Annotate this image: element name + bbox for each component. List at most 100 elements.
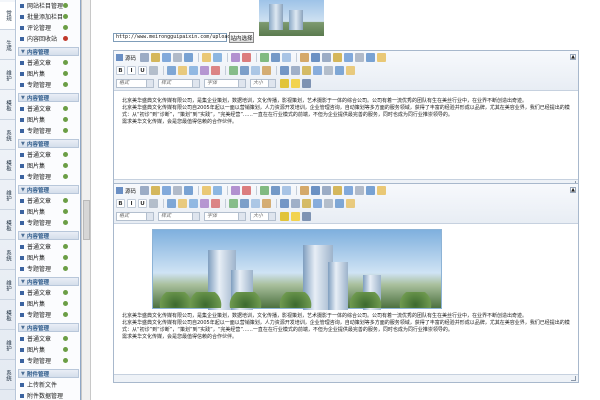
cut-icon[interactable] [140, 186, 150, 195]
image-url-input[interactable]: http://www.meirongguipaixin.com/uploads/ [113, 33, 236, 42]
anchor-icon[interactable] [302, 199, 311, 208]
add-icon[interactable] [63, 312, 68, 317]
justify-icon[interactable] [262, 199, 271, 208]
table-icon[interactable] [335, 66, 344, 75]
add-icon[interactable] [63, 244, 68, 249]
numbered-list-icon[interactable] [167, 66, 176, 75]
sidebar-item[interactable]: 专题管理 [17, 355, 80, 366]
vertical-tab[interactable]: 系统 [0, 242, 15, 270]
font-select[interactable]: 字体 [204, 212, 246, 221]
special-char-icon[interactable] [366, 53, 376, 62]
style-select[interactable]: 样式 [158, 79, 200, 88]
size-select[interactable]: 大小 [250, 79, 276, 88]
site-select-button[interactable]: 站内选择 [229, 32, 254, 43]
sidebar-item[interactable]: 上传新文件 [17, 379, 80, 390]
add-icon[interactable] [63, 82, 68, 87]
paste-word-icon[interactable] [184, 53, 194, 62]
vertical-tab[interactable]: 系统 [0, 362, 15, 390]
sidebar-item[interactable]: 普通文章 [17, 333, 80, 344]
sidebar-item[interactable]: 附件数据管理 [17, 390, 80, 400]
bullet-list-icon[interactable] [178, 199, 187, 208]
redo-icon[interactable] [242, 53, 252, 62]
paste-icon[interactable] [162, 53, 172, 62]
maximize-icon[interactable] [302, 79, 311, 88]
maximize-icon[interactable] [302, 212, 311, 221]
add-icon[interactable] [63, 163, 68, 168]
editor-content-area[interactable]: 北京美华盛典文化传媒有限公司，是集企业策划，数据培训，文化传播，影视策划，艺术摄… [114, 224, 578, 374]
sidebar-item[interactable]: 图片集 [17, 252, 80, 263]
unlink-icon[interactable] [291, 199, 300, 208]
outdent-icon[interactable] [189, 199, 198, 208]
align-center-icon[interactable] [240, 199, 249, 208]
sidebar-item[interactable]: 专题管理 [17, 309, 80, 320]
italic-button[interactable]: I [127, 199, 136, 208]
table-icon[interactable] [333, 186, 343, 195]
select-all-icon[interactable] [282, 186, 292, 195]
rule-icon[interactable] [344, 53, 354, 62]
font-select[interactable]: 字体 [204, 79, 246, 88]
blockquote-icon[interactable] [211, 66, 220, 75]
sidebar-item[interactable]: 专题管理 [17, 79, 80, 90]
unlink-icon[interactable] [291, 66, 300, 75]
sidebar-item[interactable]: 图片集 [17, 344, 80, 355]
undo-icon[interactable] [231, 186, 241, 195]
sidebar-item[interactable]: 普通文章 [17, 149, 80, 160]
text-color-icon[interactable] [280, 79, 289, 88]
strike-icon[interactable] [149, 66, 158, 75]
sidebar-item[interactable]: 普通文章 [17, 103, 80, 114]
sidebar-section-header[interactable]: ▼ 内容管理 [18, 277, 79, 286]
sidebar-section-header[interactable]: ▼ 内容管理 [18, 93, 79, 102]
add-icon[interactable] [63, 60, 68, 65]
size-select[interactable]: 大小 [250, 212, 276, 221]
vertical-tab[interactable]: 模板 [0, 92, 15, 120]
vertical-tab[interactable]: 模板 [0, 152, 15, 180]
sidebar-item[interactable]: 图片集 [17, 114, 80, 125]
sidebar-section-header[interactable]: ▼ 内容管理 [18, 231, 79, 240]
editor-content-area[interactable]: 北京美华盛典文化传媒有限公司，是集企业策划，数据培训，文化传播，影视策划，艺术摄… [114, 91, 578, 179]
paste-text-icon[interactable] [173, 53, 183, 62]
align-left-icon[interactable] [229, 66, 238, 75]
add-icon[interactable] [63, 198, 68, 203]
add-icon[interactable] [63, 301, 68, 306]
special-char-icon[interactable] [366, 186, 376, 195]
toolbar-collapse-button[interactable]: ▲ [570, 187, 576, 193]
italic-button[interactable]: I [127, 66, 136, 75]
add-icon[interactable] [63, 174, 68, 179]
copy-icon[interactable] [151, 53, 161, 62]
strike-icon[interactable] [149, 199, 158, 208]
vertical-tab[interactable]: 维护 [0, 332, 15, 360]
style-select[interactable]: 样式 [158, 212, 200, 221]
remove-format-icon[interactable] [300, 53, 310, 62]
spellcheck-icon[interactable] [213, 186, 223, 195]
sidebar-item[interactable]: 专题管理 [17, 125, 80, 136]
align-right-icon[interactable] [251, 66, 260, 75]
justify-icon[interactable] [262, 66, 271, 75]
sidebar-item[interactable]: 专题管理 [17, 263, 80, 274]
align-right-icon[interactable] [251, 199, 260, 208]
print-icon[interactable] [202, 53, 212, 62]
format-select[interactable]: 格式 [116, 79, 154, 88]
text-color-icon[interactable] [280, 212, 289, 221]
flash-icon[interactable] [322, 186, 332, 195]
add-icon[interactable] [63, 358, 68, 363]
find-icon[interactable] [260, 186, 270, 195]
flash-icon[interactable] [322, 53, 332, 62]
vertical-tab[interactable]: 维护 [0, 62, 15, 90]
format-select[interactable]: 格式 [116, 212, 154, 221]
align-left-icon[interactable] [229, 199, 238, 208]
add-icon[interactable] [63, 336, 68, 341]
image-icon[interactable] [313, 199, 322, 208]
bold-button[interactable]: B [116, 66, 125, 75]
replace-icon[interactable] [271, 186, 281, 195]
scrollbar-thumb[interactable] [83, 200, 90, 240]
add-icon[interactable] [63, 290, 68, 295]
image-icon[interactable] [311, 186, 321, 195]
numbered-list-icon[interactable] [167, 199, 176, 208]
add-icon[interactable] [63, 266, 68, 271]
bg-color-icon[interactable] [291, 212, 300, 221]
bg-color-icon[interactable] [291, 79, 300, 88]
pagebreak-icon[interactable] [377, 53, 387, 62]
sidebar-item[interactable]: 普通文章 [17, 195, 80, 206]
sidebar-item[interactable]: 专题管理 [17, 217, 80, 228]
sidebar-item[interactable]: 图片集 [17, 68, 80, 79]
